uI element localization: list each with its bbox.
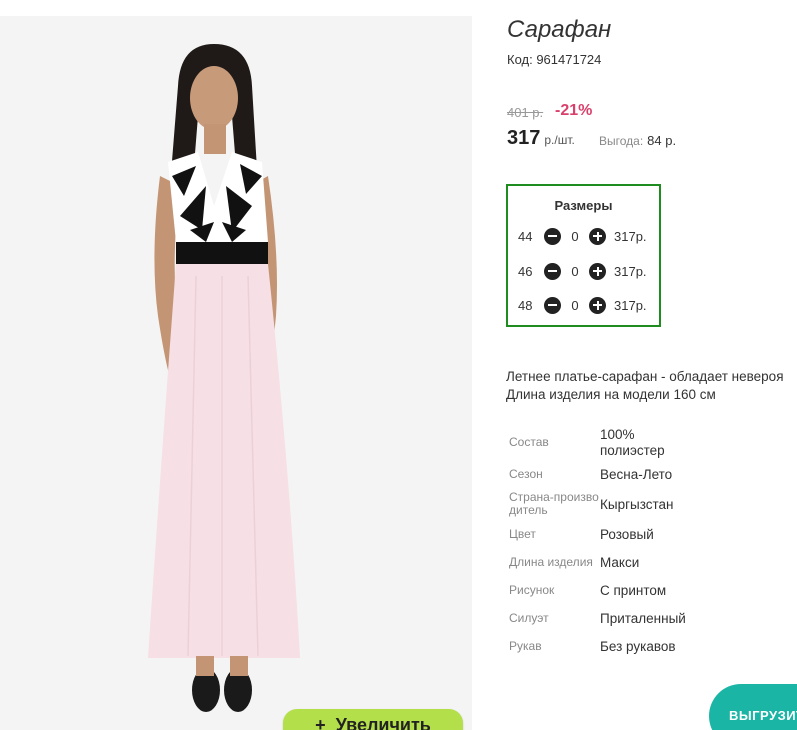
property-value: Кыргызстан xyxy=(600,497,674,512)
price: 317 р./шт. xyxy=(507,127,575,150)
zoom-button-label: Увеличить xyxy=(335,715,431,730)
quantity-value: 0 xyxy=(571,228,579,244)
size-price: 317р. xyxy=(614,228,647,244)
property-label: Сезон xyxy=(509,467,543,481)
product-code: Код: 961471724 xyxy=(507,52,602,67)
property-value: Макси xyxy=(600,555,640,570)
product-page: + Увеличить Сарафан Код: 961471724 401 р.… xyxy=(0,0,797,730)
property-label: Длина изделия xyxy=(509,555,593,569)
benefit-label: Выгода: xyxy=(599,134,644,148)
property-value: 100% полиэстер xyxy=(600,427,665,458)
size-price: 317р. xyxy=(614,297,647,313)
zoom-button[interactable]: + Увеличить xyxy=(283,709,463,730)
property-label: Силуэт xyxy=(509,611,549,625)
size-label: 44 xyxy=(518,228,533,244)
property-label: Рисунок xyxy=(509,583,555,597)
property-label: Рукав xyxy=(509,639,542,653)
property-value: Приталенный xyxy=(600,611,686,626)
size-row: 44 0 317р. xyxy=(518,226,647,246)
model-photo xyxy=(0,16,472,730)
product-description: Летнее платье-сарафан - обладает невероя… xyxy=(506,368,784,404)
discount-badge: -21% xyxy=(555,102,593,119)
size-row: 48 0 317р. xyxy=(518,295,647,315)
price-unit: р./шт. xyxy=(544,133,575,147)
benefit-value: 84 р. xyxy=(647,133,677,148)
upload-button[interactable]: ВЫГРУЗИТ xyxy=(709,684,797,730)
minus-icon[interactable] xyxy=(544,296,561,314)
old-price: 401 р. xyxy=(507,105,544,120)
size-label: 46 xyxy=(518,263,533,279)
minus-icon[interactable] xyxy=(544,227,561,245)
sizes-box: Размеры 44 0 317р. 46 0 317р. 48 0 317р. xyxy=(506,184,661,327)
property-value: Без рукавов xyxy=(600,639,676,654)
size-label: 48 xyxy=(518,297,533,313)
product-image[interactable] xyxy=(0,16,472,730)
quantity-value: 0 xyxy=(571,263,579,279)
price-value: 317 xyxy=(507,127,541,149)
size-price: 317р. xyxy=(614,263,647,279)
size-row: 46 0 317р. xyxy=(518,261,647,281)
sizes-title: Размеры xyxy=(554,198,613,213)
benefit: Выгода: 84 р. xyxy=(599,133,676,148)
property-value: С принтом xyxy=(600,583,667,598)
property-label: Страна-производитель xyxy=(509,490,599,517)
quantity-value: 0 xyxy=(571,297,579,313)
minus-icon[interactable] xyxy=(544,262,561,280)
property-label: Цвет xyxy=(509,527,536,541)
property-value: Розовый xyxy=(600,527,654,542)
plus-icon[interactable] xyxy=(589,296,606,314)
plus-icon[interactable] xyxy=(589,262,606,280)
plus-icon[interactable] xyxy=(589,227,606,245)
property-label: Состав xyxy=(509,435,549,449)
plus-icon: + xyxy=(315,715,326,730)
property-value: Весна-Лето xyxy=(600,467,673,482)
product-title: Сарафан xyxy=(507,16,612,43)
description-line: Летнее платье-сарафан - обладает невероя xyxy=(506,369,784,384)
description-line: Длина изделия на модели 160 см xyxy=(506,387,716,402)
